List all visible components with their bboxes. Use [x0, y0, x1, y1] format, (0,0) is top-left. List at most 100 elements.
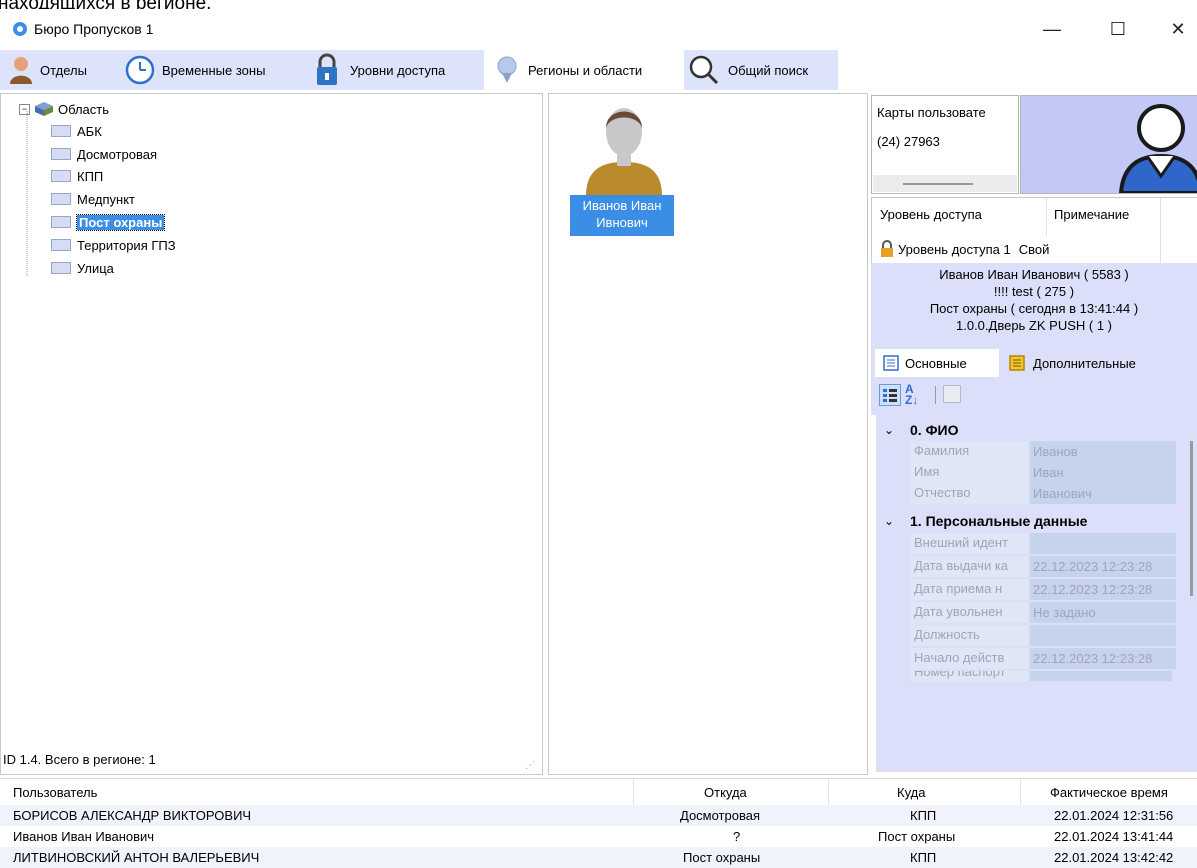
table-row[interactable]: Иванов Иван Иванович ? Пост охраны 22.01… — [0, 826, 1197, 847]
area-icon — [51, 262, 71, 274]
tree-item-checkpoint[interactable]: КПП — [51, 167, 103, 185]
area-icon — [51, 239, 71, 251]
property-row[interactable]: Дата увольнен Не задано — [910, 602, 1176, 623]
tree-item-gpz[interactable]: Территория ГПЗ — [51, 236, 176, 254]
resize-grip-icon[interactable]: ⋰ — [525, 760, 535, 771]
tab-extra[interactable]: Дополнительные — [1005, 349, 1175, 377]
clock-icon — [125, 55, 155, 85]
close-button[interactable]: ✕ — [1164, 17, 1192, 41]
tab-global-search[interactable]: Общий поиск — [688, 50, 836, 90]
category-fio[interactable]: ⌄ 0. ФИО — [876, 419, 1176, 440]
tree-root[interactable]: − Область — [19, 100, 109, 118]
category-label: 1. Персональные данные — [910, 512, 1088, 529]
property-row[interactable]: Номер паспорт — [910, 671, 1172, 681]
chevron-down-icon[interactable]: ⌄ — [876, 514, 902, 528]
property-row[interactable]: Дата выдачи ка 22.12.2023 12:23:28 — [910, 556, 1176, 577]
tree-item-abk[interactable]: АБК — [51, 122, 102, 140]
card-value[interactable]: (24) 27963 — [877, 134, 940, 149]
property-row[interactable]: Фамилия Иванов — [910, 441, 1176, 462]
tree-item-label-selected: Пост охраны — [75, 213, 166, 231]
access-level-row[interactable]: Уровень доступа 1 Свой — [880, 240, 1049, 258]
property-grid: ⌄ 0. ФИО Фамилия Иванов Имя Иван Отчество И… — [876, 415, 1197, 772]
property-row[interactable]: Имя Иван — [910, 462, 1176, 483]
collapse-icon[interactable]: − — [19, 103, 30, 115]
tree-item-inspection[interactable]: Досмотровая — [51, 145, 157, 163]
app-icon — [13, 22, 27, 36]
lock-icon — [881, 240, 893, 257]
column-header-note[interactable]: Примечание — [1054, 207, 1129, 222]
tab-label: Отделы — [40, 62, 87, 78]
property-row[interactable]: Дата приема н 22.12.2023 12:23:28 — [910, 579, 1176, 600]
table-row[interactable]: ЛИТВИНОВСКИЙ АНТОН ВАЛЕРЬЕВИЧ Пост охран… — [0, 847, 1197, 868]
property-value: Иванович — [1030, 483, 1176, 504]
sort-az-icon[interactable]: A Z↓ — [905, 383, 927, 406]
cards-header: Карты пользовате — [877, 105, 986, 120]
property-grid-scrollbar[interactable] — [1190, 441, 1193, 596]
categorized-view-button[interactable] — [879, 384, 901, 406]
tab-departments[interactable]: Отделы — [8, 50, 120, 90]
cards-scrollbar[interactable] — [873, 175, 1017, 192]
tree-item-label: Территория ГПЗ — [77, 237, 176, 253]
tab-label: Уровни доступа — [350, 62, 446, 78]
info-line: !!!! test ( 275 ) — [993, 284, 1075, 299]
tab-label: Общий поиск — [728, 62, 809, 78]
area-icon — [51, 216, 71, 228]
property-pages-icon[interactable] — [943, 385, 961, 403]
tab-regions[interactable]: Регионы и области — [484, 50, 684, 90]
page-fragment-text: находящихся в регионе. — [0, 0, 1197, 9]
chevron-down-icon[interactable]: ⌄ — [876, 423, 902, 437]
table-row[interactable]: БОРИСОВ АЛЕКСАНДР ВИКТОРОВИЧ Досмотровая… — [0, 805, 1197, 826]
property-key: Имя — [914, 464, 940, 479]
log-header: Пользователь Откуда Куда Фактическое вре… — [0, 778, 1197, 805]
log-user: ЛИТВИНОВСКИЙ АНТОН ВАЛЕРЬЕВИЧ — [13, 850, 260, 865]
minimize-button[interactable]: — — [1038, 17, 1066, 41]
property-key: Внешний идент — [914, 535, 1009, 550]
user-tile-label[interactable]: Иванов Иван Ивнович — [570, 195, 674, 236]
info-line: Пост охраны ( сегодня в 13:41:44 ) — [929, 301, 1139, 316]
category-personal[interactable]: ⌄ 1. Персональные данные — [876, 510, 1176, 531]
cards-list: Карты пользовате (24) 27963 — [871, 95, 1019, 194]
tab-time-zones[interactable]: Временные зоны — [124, 50, 302, 90]
property-row[interactable]: Отчество Иванович — [910, 483, 1176, 504]
property-key: Дата увольнен — [914, 604, 1003, 619]
access-log-table: Пользователь Откуда Куда Фактическое вре… — [0, 778, 1197, 868]
column-header-user[interactable]: Пользователь — [13, 785, 97, 800]
area-icon — [51, 193, 71, 205]
title-bar: Бюро Пропусков 1 — ☐ ✕ — [0, 9, 1197, 49]
property-row[interactable]: Начало действ 22.12.2023 12:23:28 — [910, 648, 1176, 669]
maximize-button[interactable]: ☐ — [1104, 17, 1132, 41]
area-icon — [51, 170, 71, 182]
column-header-time[interactable]: Фактическое время — [1050, 785, 1168, 800]
tab-main[interactable]: Основные — [875, 349, 999, 377]
property-value: 22.12.2023 12:23:28 — [1030, 556, 1176, 577]
tab-label: Дополнительные — [1033, 355, 1136, 371]
cube-icon — [35, 102, 53, 116]
category-label: 0. ФИО — [910, 421, 959, 438]
property-row[interactable]: Должность — [910, 625, 1176, 646]
tree-item-street[interactable]: Улица — [51, 259, 114, 277]
property-key: Начало действ — [914, 650, 1005, 665]
property-value: Не задано — [1030, 602, 1176, 623]
property-key: Отчество — [914, 485, 971, 500]
search-icon — [689, 55, 719, 85]
log-time: 22.01.2024 13:42:42 — [1054, 850, 1174, 865]
tab-access-levels[interactable]: Уровни доступа — [314, 50, 480, 90]
access-level-note: Свой — [1018, 241, 1050, 257]
log-to: КПП — [910, 850, 937, 865]
column-header-level[interactable]: Уровень доступа — [880, 207, 982, 222]
tree-root-label: Область — [58, 101, 110, 117]
tree-item-medical[interactable]: Медпункт — [51, 190, 135, 208]
property-value: 22.12.2023 12:23:28 — [1030, 648, 1176, 669]
log-user: БОРИСОВ АЛЕКСАНДР ВИКТОРОВИЧ — [13, 808, 252, 823]
column-header-to[interactable]: Куда — [897, 785, 925, 800]
user-avatar-icon[interactable] — [584, 100, 664, 196]
tree-item-guard-post[interactable]: Пост охраны — [51, 213, 166, 231]
access-level-name: Уровень доступа 1 — [898, 241, 1011, 257]
person-icon — [10, 57, 32, 84]
access-level-table: Уровень доступа Примечание Уровень досту… — [871, 197, 1197, 265]
log-to: Пост охраны — [878, 829, 956, 844]
log-from: Досмотровая — [680, 808, 761, 823]
tab-label: Регионы и области — [528, 62, 643, 78]
column-header-from[interactable]: Откуда — [704, 785, 747, 800]
property-row[interactable]: Внешний идент — [910, 533, 1176, 554]
